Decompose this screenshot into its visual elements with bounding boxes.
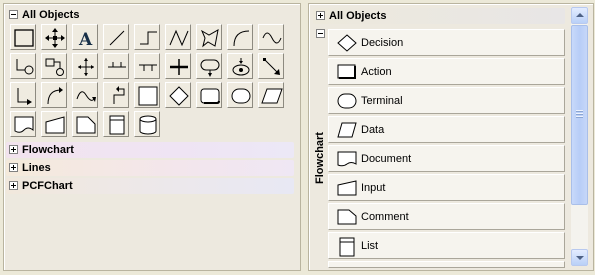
category-flowchart[interactable]: Flowchart — [6, 142, 294, 158]
shape-item-label: Action — [361, 66, 392, 78]
arrow-down-icon — [576, 256, 584, 260]
s-curve-connector-icon[interactable] — [72, 82, 98, 108]
shape-item-label: Data — [361, 124, 385, 136]
shape-item-label: Terminal — [361, 95, 403, 107]
flowchart-group-label: Flowchart — [311, 120, 329, 196]
shape-item-terminal[interactable]: Terminal — [328, 87, 565, 114]
step-line-icon[interactable] — [134, 24, 160, 50]
rectangle-icon[interactable] — [10, 24, 36, 50]
loop-connector-icon[interactable] — [227, 53, 253, 79]
move-cross-icon[interactable] — [41, 24, 67, 50]
polyline-icon[interactable] — [165, 24, 191, 50]
all-objects-label: All Objects — [329, 10, 387, 22]
grip-icon — [576, 110, 583, 119]
connector-circle-icon[interactable] — [41, 53, 67, 79]
scroll-thumb[interactable] — [571, 25, 588, 205]
category-label: PCFChart — [22, 180, 73, 192]
document-icon[interactable] — [10, 111, 36, 137]
expand-icon[interactable] — [9, 180, 18, 190]
arrow-up-icon — [576, 13, 584, 17]
scroll-down-button[interactable] — [571, 249, 588, 266]
category-label: Lines — [22, 162, 51, 174]
shape-item-data[interactable]: Data — [328, 116, 565, 143]
shape-item-input[interactable]: Input — [328, 174, 565, 201]
sine-wave-icon[interactable] — [258, 24, 284, 50]
arc-icon[interactable] — [227, 24, 253, 50]
svg-text:A: A — [78, 30, 93, 49]
parallelogram-icon[interactable] — [258, 82, 284, 108]
page-icon[interactable] — [72, 111, 98, 137]
rounded-rect-icon[interactable] — [196, 82, 222, 108]
all-objects-header[interactable]: All Objects — [313, 8, 565, 24]
all-objects-header[interactable]: All Objects — [6, 7, 286, 23]
cylinder-icon[interactable] — [134, 111, 160, 137]
diamond-icon[interactable] — [165, 82, 191, 108]
shape-item-action[interactable]: Action — [328, 58, 565, 85]
step-connector-icon[interactable] — [103, 82, 129, 108]
connector-link-circle-icon[interactable] — [10, 53, 36, 79]
shape-item-label: List — [361, 240, 379, 252]
oval-icon[interactable] — [227, 82, 253, 108]
category-pcfchart[interactable]: PCFChart — [6, 178, 294, 194]
crossing-line-icon[interactable] — [165, 53, 191, 79]
all-objects-label: All Objects — [22, 9, 80, 21]
vertical-scrollbar[interactable] — [571, 7, 588, 266]
collapse-icon[interactable] — [316, 29, 325, 38]
input-icon[interactable] — [41, 111, 67, 137]
tee-bar-icon[interactable] — [134, 53, 160, 79]
shape-item-comment[interactable]: Comment — [328, 203, 565, 230]
spline-cross-icon[interactable] — [72, 53, 98, 79]
shape-item-label: Document — [361, 153, 412, 165]
shape-item-partial[interactable] — [328, 261, 565, 268]
category-lines[interactable]: Lines — [6, 160, 294, 176]
shape-item-list[interactable]: List — [328, 232, 565, 259]
group-label-text: Flowchart — [314, 132, 326, 184]
terminal-connector-icon[interactable] — [196, 53, 222, 79]
polygon-icon[interactable] — [196, 24, 222, 50]
shape-item-label: Comment — [361, 211, 409, 223]
bus-line-icon[interactable] — [103, 53, 129, 79]
expand-icon[interactable] — [316, 10, 325, 20]
shape-item-label: Decision — [361, 37, 404, 49]
text-icon[interactable]: A — [72, 24, 98, 50]
expand-icon[interactable] — [9, 162, 18, 172]
card-icon[interactable] — [103, 111, 129, 137]
curve-connector-icon[interactable] — [41, 82, 67, 108]
scroll-up-button[interactable] — [571, 7, 588, 24]
shape-item-label: Input — [361, 182, 386, 194]
square-icon[interactable] — [134, 82, 160, 108]
expand-icon[interactable] — [9, 144, 18, 154]
shape-item-document[interactable]: Document — [328, 145, 565, 172]
category-label: Flowchart — [22, 144, 74, 156]
diagonal-connector-icon[interactable] — [258, 53, 284, 79]
elbow-connector-icon[interactable] — [10, 82, 36, 108]
line-icon[interactable] — [103, 24, 129, 50]
shape-item-decision[interactable]: Decision — [328, 29, 565, 56]
collapse-icon[interactable] — [9, 9, 18, 19]
